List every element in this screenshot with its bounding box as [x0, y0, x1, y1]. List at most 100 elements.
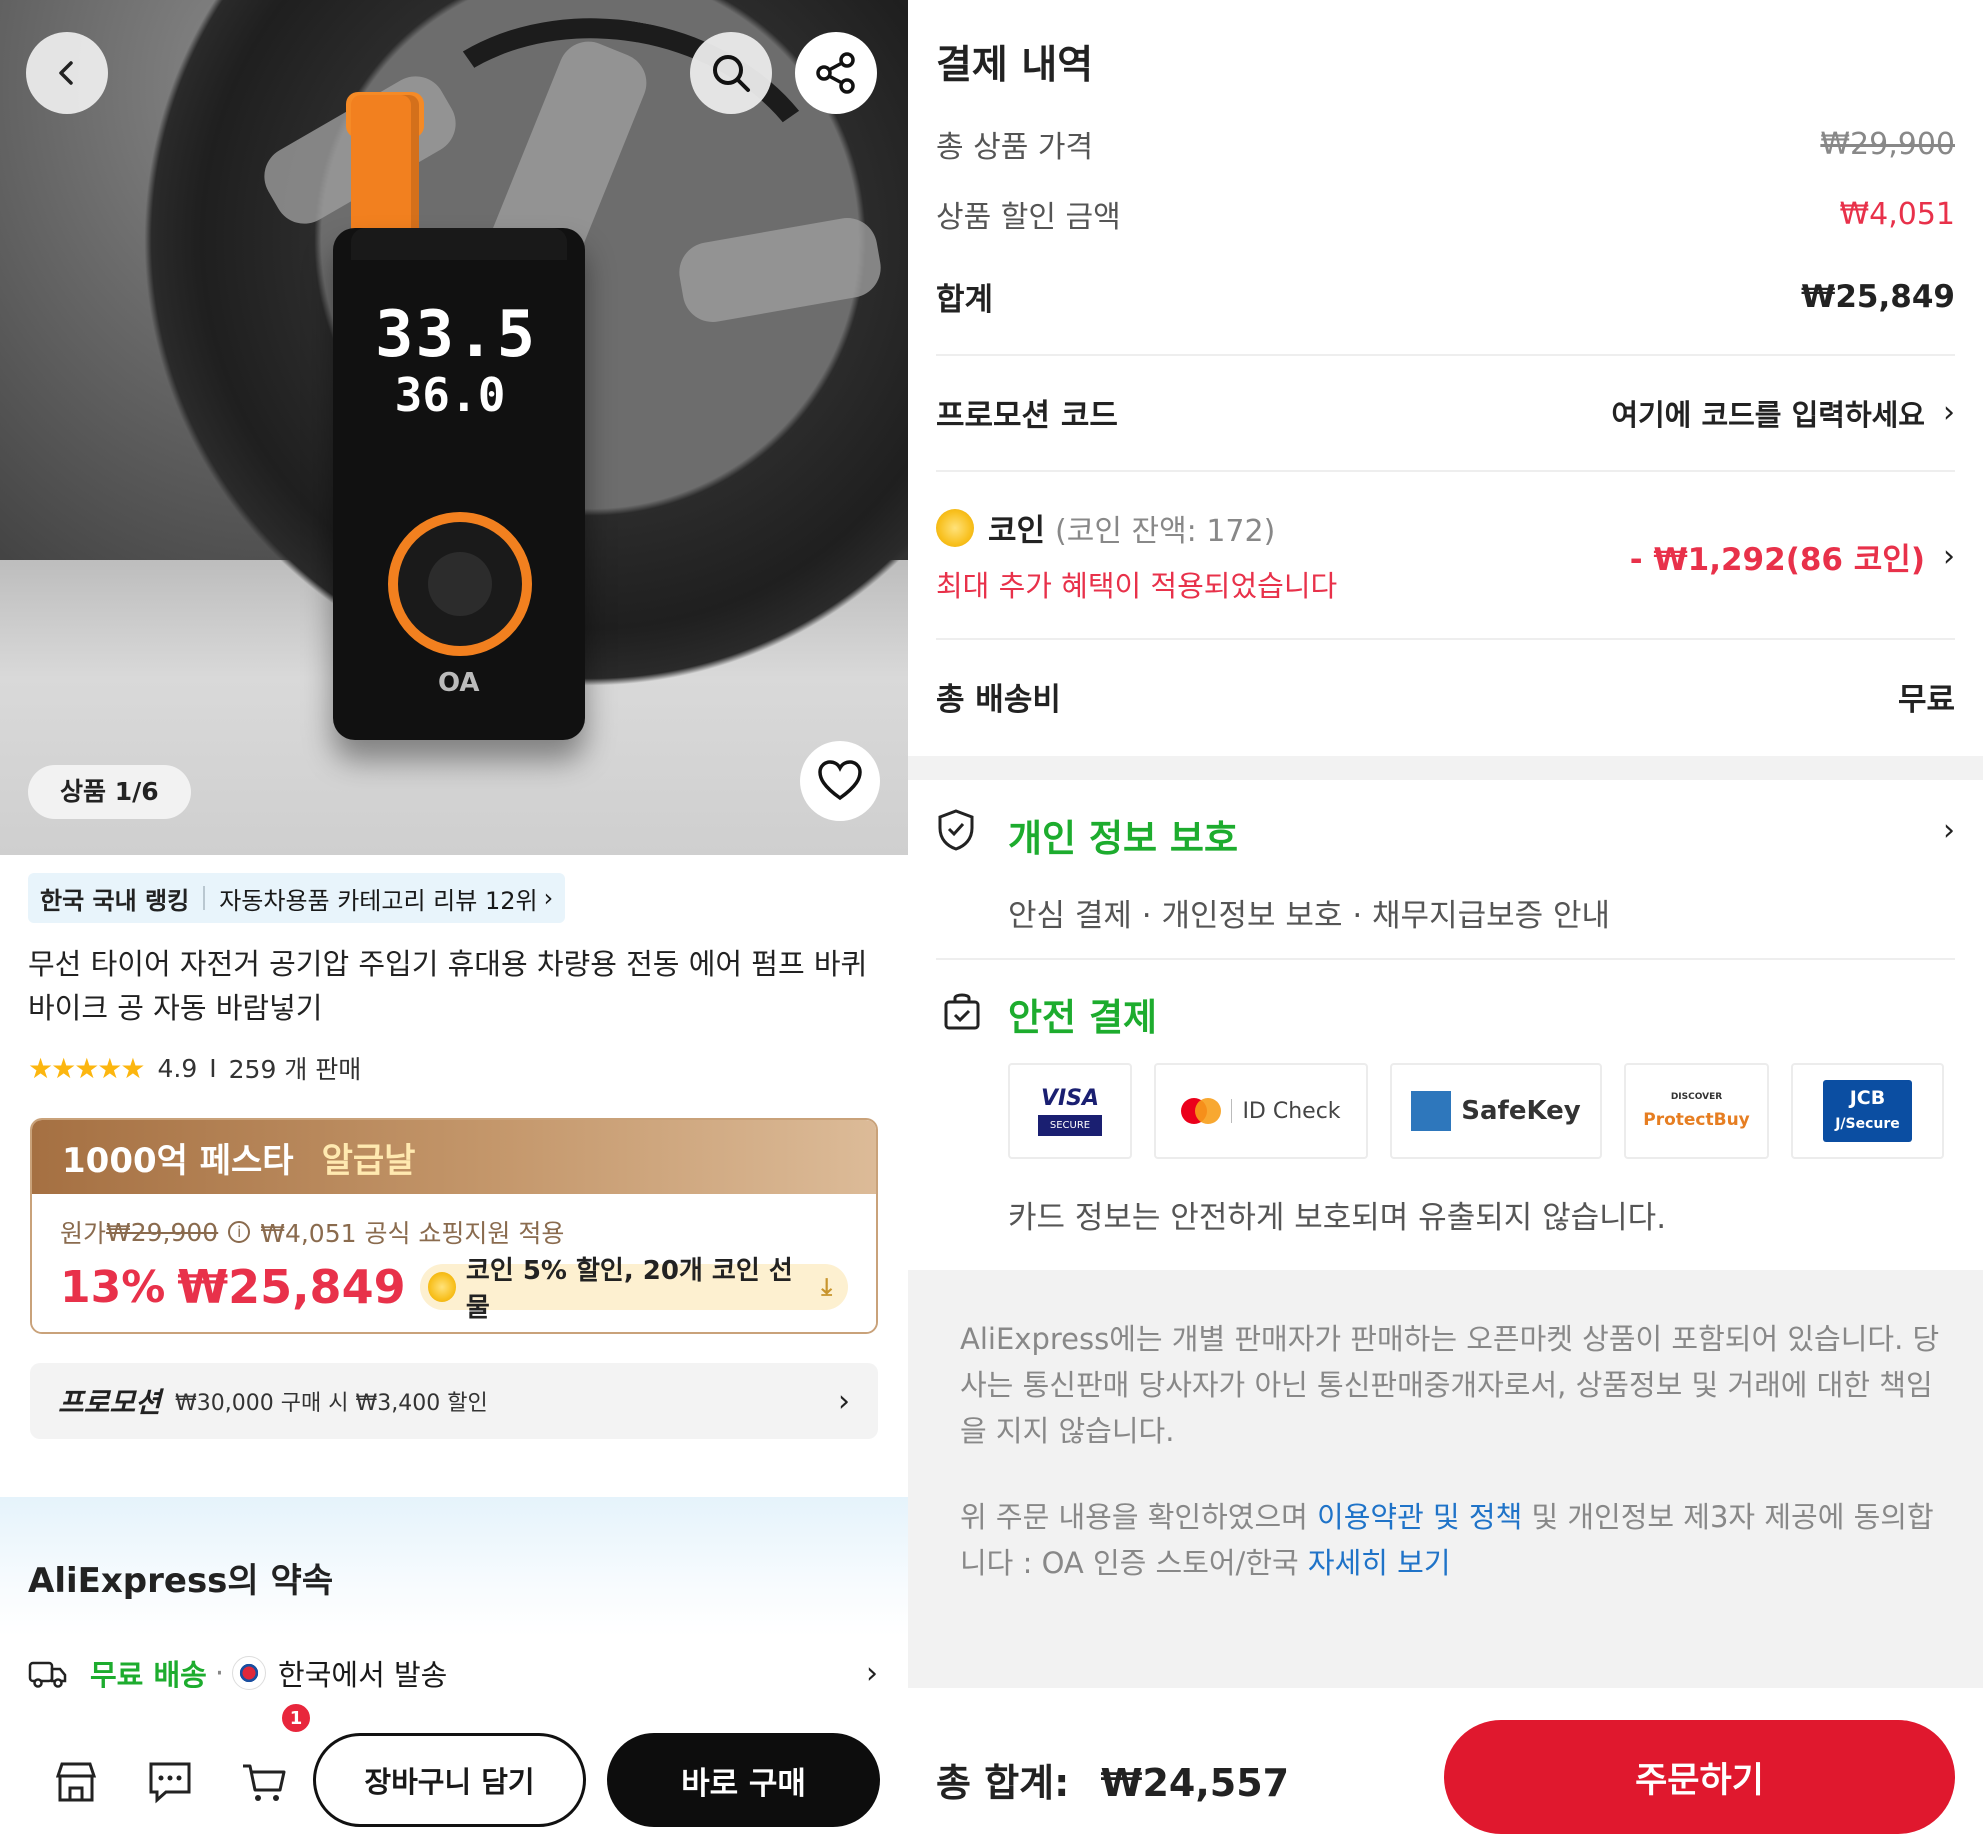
- price-line: 13% ₩25,849 코인 5% 할인, 20개 코인 선물 ⤓: [60, 1256, 848, 1323]
- device-dial: [388, 512, 532, 656]
- promotion-row[interactable]: 프로모션 ₩30,000 구매 시 ₩3,400 할인 ›: [30, 1363, 878, 1439]
- free-shipping-label: 무료 배송: [90, 1658, 207, 1692]
- jcb-text: JCB J/Secure: [1823, 1080, 1912, 1142]
- store-button[interactable]: [46, 1752, 106, 1812]
- ship-from: 한국에서 발송: [278, 1658, 448, 1692]
- discount-label: 상품 할인 금액: [936, 200, 1121, 235]
- chat-button[interactable]: [140, 1752, 200, 1812]
- pressure-reading: 33.5: [375, 298, 538, 372]
- cart-count-badge: 1: [280, 1702, 312, 1734]
- visa-secure-text: SECURE: [1037, 1115, 1103, 1136]
- buy-now-button[interactable]: 바로 구매: [607, 1733, 880, 1827]
- original-price-label: 원가: [60, 1219, 107, 1248]
- back-button[interactable]: [26, 32, 108, 114]
- coin-offer-chip[interactable]: 코인 5% 할인, 20개 코인 선물 ⤓: [419, 1256, 848, 1323]
- secure-note: 카드 정보는 안전하게 보호되며 유출되지 않습니다.: [1008, 1200, 1667, 1236]
- terms-link[interactable]: 이용약관 및 정책: [1317, 1500, 1522, 1534]
- rating-row[interactable]: ★★★★★ 4.9 I 259 개 판매: [28, 1050, 361, 1086]
- promo-code-row[interactable]: 프로모션 코드 여기에 코드를 입력하세요 ›: [936, 390, 1955, 435]
- amex-safekey-logo: SafeKey: [1390, 1063, 1602, 1159]
- product-detail-panel: 33.5 36.0 OA 상품 1/6 한국 국내 랭킹 자동차용품 카테고리 …: [0, 0, 908, 1845]
- image-counter: 상품 1/6: [28, 765, 191, 819]
- info-icon[interactable]: i: [228, 1221, 251, 1243]
- festa-headline: 1000억 페스타: [62, 1140, 294, 1181]
- chevron-right-icon: ›: [1943, 539, 1955, 574]
- checkout-panel: 결제 내역 총 상품 가격 ₩29,900 상품 할인 금액 ₩4,051 합계…: [908, 0, 1983, 1845]
- festa-tag: 알급날: [321, 1140, 416, 1181]
- payment-summary-title: 결제 내역: [936, 43, 1094, 88]
- original-price: ₩29,900: [106, 1217, 219, 1247]
- device-screen: 33.5 36.0: [375, 298, 538, 445]
- coin-offer-text: 코인 5% 할인, 20개 코인 선물: [465, 1256, 793, 1323]
- divider: [936, 638, 1955, 640]
- jcb-jsecure-logo: JCB J/Secure: [1791, 1063, 1944, 1159]
- sum-row: 합계 ₩25,849: [936, 274, 1955, 319]
- store-icon: [55, 1762, 97, 1802]
- place-order-button[interactable]: 주문하기: [1444, 1720, 1955, 1834]
- privacy-title: 개인 정보 보호: [1008, 817, 1239, 860]
- target-pressure: 36.0: [394, 368, 506, 422]
- device-logo: OA: [438, 668, 480, 698]
- discount-value: ₩4,051: [1839, 196, 1955, 232]
- legal-disclaimer: AliExpress에는 개별 판매자가 판매하는 오픈마켓 상품이 포함되어 …: [960, 1322, 1940, 1448]
- ranking-label: 한국 국내 랭킹: [40, 886, 190, 915]
- privacy-subtitle: 안심 결제 · 개인정보 보호 · 채무지급보증 안내: [1008, 898, 1611, 934]
- search-button[interactable]: [690, 32, 772, 114]
- chevron-right-icon: ›: [543, 884, 554, 912]
- subtotal-label: 총 상품 가격: [936, 130, 1094, 165]
- consent-text: 위 주문 내용을 확인하였으며: [960, 1500, 1318, 1534]
- sold-count: 259 개 판매: [228, 1055, 362, 1084]
- rating-value: 4.9: [157, 1053, 198, 1083]
- divider: [203, 886, 206, 910]
- cart-icon: [243, 1764, 286, 1801]
- sum-value: ₩25,849: [1801, 278, 1955, 315]
- heart-icon: [818, 760, 862, 801]
- section-separator: [908, 756, 1983, 780]
- subtotal-row: 총 상품 가격 ₩29,900: [936, 122, 1955, 166]
- shield-check-icon: [938, 809, 974, 851]
- cart-button[interactable]: [234, 1752, 294, 1812]
- secure-payment-title: 안전 결제: [1008, 996, 1158, 1039]
- festa-price-box: 1000억 페스타 알급날 원가 ₩29,900 i ₩4,051 공식 쇼핑지…: [30, 1118, 878, 1334]
- grand-total: 총 합계: ₩24,557: [936, 1752, 1289, 1807]
- discover-protectbuy-logo: DISCOVER ProtectBuy: [1624, 1063, 1769, 1159]
- divider: [936, 958, 1955, 960]
- safekey-text: SafeKey: [1461, 1096, 1581, 1126]
- subtotal-value: ₩29,900: [1820, 126, 1955, 162]
- promo-code-input[interactable]: 여기에 코드를 입력하세요: [1611, 392, 1925, 434]
- chevron-right-icon: ›: [838, 1383, 850, 1419]
- share-button[interactable]: [795, 32, 877, 114]
- divider: I: [209, 1053, 217, 1083]
- nozzle: [351, 95, 419, 235]
- coin-value-row[interactable]: - ₩1,292(86 코인) ›: [936, 534, 1955, 579]
- chevron-right-icon: ›: [1943, 812, 1955, 848]
- truck-icon: [28, 1661, 67, 1688]
- amex-icon: [1411, 1091, 1452, 1131]
- ranking-detail: 자동차용품 카테고리 리뷰 12위: [219, 886, 538, 915]
- total-value: ₩24,557: [1100, 1761, 1290, 1805]
- discount-percent: 13%: [60, 1261, 166, 1313]
- add-to-cart-button[interactable]: 장바구니 담기: [313, 1733, 586, 1827]
- chat-icon: [149, 1762, 191, 1804]
- promotion-label: 프로모션: [58, 1386, 162, 1419]
- sum-label: 합계: [936, 282, 994, 318]
- shipping-row[interactable]: 무료 배송 · 한국에서 발송 ›: [28, 1652, 878, 1694]
- chevron-right-icon: ›: [866, 1655, 878, 1691]
- star-rating-icon: ★★★★★: [28, 1051, 146, 1085]
- product-image[interactable]: 33.5 36.0 OA 상품 1/6: [0, 0, 908, 855]
- promo-code-label: 프로모션 코드: [936, 398, 1118, 434]
- coin-discount-value: - ₩1,292(86 코인): [1629, 542, 1925, 578]
- dot-separator: ·: [214, 1656, 225, 1690]
- protectbuy-text: ProtectBuy: [1643, 1110, 1750, 1130]
- ranking-badge[interactable]: 한국 국내 랭킹 자동차용품 카테고리 리뷰 12위 ›: [28, 873, 566, 923]
- wishlist-button[interactable]: [800, 741, 880, 821]
- shipping-fee-label: 총 배송비: [936, 682, 1061, 718]
- id-check-text: ID Check: [1242, 1098, 1341, 1124]
- chevron-right-icon: ›: [1943, 395, 1955, 430]
- divider: [936, 470, 1955, 472]
- lock-bag-icon: [942, 990, 982, 1036]
- details-link[interactable]: 자세히 보기: [1308, 1546, 1451, 1580]
- shipping-fee-value: 무료: [1897, 682, 1955, 718]
- divider: [936, 354, 1955, 356]
- total-label: 총 합계:: [936, 1761, 1070, 1805]
